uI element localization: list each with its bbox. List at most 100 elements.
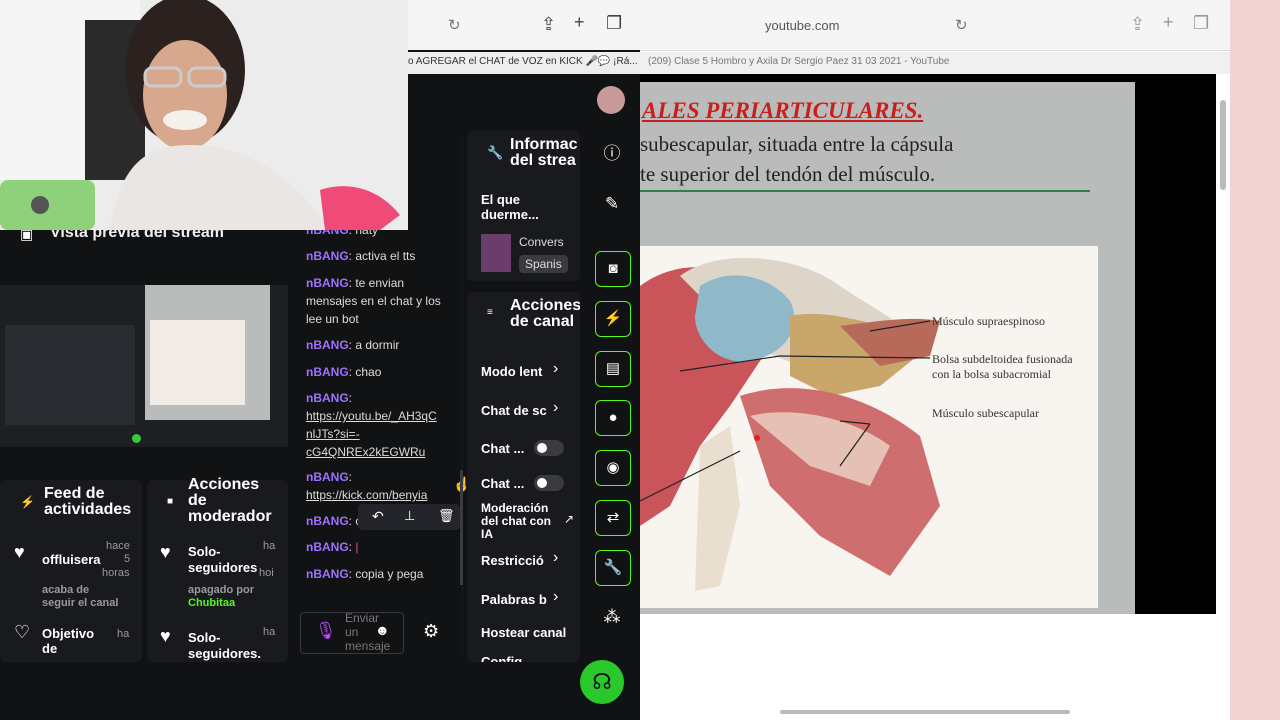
- stream-info-title: Informac del strea: [510, 137, 580, 169]
- action-host-channel[interactable]: Hostear canal: [481, 625, 566, 640]
- chat-message[interactable]: nBANG: |: [306, 538, 456, 556]
- external-link-icon[interactable]: ↗: [564, 512, 574, 526]
- address-bar[interactable]: youtube.com: [765, 18, 839, 33]
- chat-text: copia y pega: [355, 567, 424, 581]
- reload-icon[interactable]: ↻: [955, 16, 968, 34]
- mod-action-time: ha: [263, 540, 276, 552]
- chat-link[interactable]: https://youtu.be/_AH3qC nlJTs?si=-cG4QNR…: [306, 409, 437, 459]
- stream-title-value: El que duerme...: [481, 192, 539, 222]
- share-icon[interactable]: ⇪: [541, 14, 556, 35]
- apps-icon[interactable]: ⁂: [595, 600, 629, 634]
- mod-action-user[interactable]: Chubitaa: [188, 597, 235, 609]
- chat-text: activa el tts: [355, 249, 416, 263]
- mod-action-time: hoi: [259, 567, 274, 579]
- share-icon[interactable]: ⇪: [1130, 14, 1145, 35]
- chevron-right-icon[interactable]: ›: [553, 360, 558, 378]
- tab-youtube-video[interactable]: (209) Clase 5 Hombro y Axila Dr Sergio P…: [640, 52, 1230, 74]
- reload-icon[interactable]: ↻: [448, 16, 461, 34]
- chat-message[interactable]: nBANG: https://youtu.be/_AH3qC nlJTs?si=-…: [306, 389, 456, 461]
- pencil-icon[interactable]: ✎: [595, 187, 629, 221]
- wrench-icon[interactable]: 🔧: [595, 550, 631, 586]
- info-icon[interactable]: ⓘ: [595, 137, 629, 171]
- action-config[interactable]: Config: [481, 654, 522, 662]
- flash-icon[interactable]: ⚡: [595, 301, 631, 337]
- mod-action-name[interactable]: seguidores.: [188, 646, 261, 661]
- new-tab-icon[interactable]: +: [1163, 12, 1174, 33]
- chat-username[interactable]: nBANG: [306, 391, 349, 405]
- category-name[interactable]: Convers: [519, 235, 564, 249]
- broadcast-icon[interactable]: ◉: [595, 450, 631, 486]
- shoulder-anatomy-drawing: [639, 257, 940, 591]
- feed-title-line: actividades: [44, 501, 132, 518]
- chat-username[interactable]: nBANG: [306, 249, 349, 263]
- chat-message[interactable]: nBANG: https://kick.com/benyia: [306, 468, 456, 504]
- action-banned-words[interactable]: Palabras b: [481, 592, 547, 607]
- chat-username[interactable]: nBANG: [306, 365, 349, 379]
- tabs-overview-icon[interactable]: ❐: [606, 13, 622, 34]
- chevron-right-icon[interactable]: ›: [553, 549, 558, 567]
- chat-input[interactable]: 🎙 Enviar un mensaje ☻: [300, 611, 404, 654]
- chat-username[interactable]: nBANG: [306, 338, 349, 352]
- chat-link[interactable]: https://kick.com/benyia: [306, 488, 427, 502]
- chat-message[interactable]: nBANG: chao: [306, 363, 456, 381]
- mod-actions-title-line: de: [188, 492, 207, 509]
- pin-icon[interactable]: ⊥: [404, 508, 415, 524]
- chat-scrollbar[interactable]: [460, 470, 463, 585]
- channel-actions-panel: ≡ Acciones de canal Modo lent › Chat de …: [467, 292, 580, 662]
- chat-text: chao: [355, 365, 382, 379]
- action-chat-toggle-2: Chat ...: [481, 476, 525, 491]
- action-ai-moderation[interactable]: Moderación del chat con IA: [481, 502, 551, 541]
- chat-toggle-1[interactable]: [534, 440, 564, 456]
- emoji-icon[interactable]: ☻: [375, 622, 390, 638]
- chat-toggle-2[interactable]: [534, 475, 564, 491]
- chat-bubble-icon[interactable]: ●: [595, 400, 631, 436]
- slide-text-line: subescapular, situada entre la cápsula: [640, 132, 954, 156]
- reply-icon[interactable]: ↶: [372, 508, 384, 525]
- mod-actions-title: Acciones de moderador: [188, 477, 272, 525]
- feed-item-name[interactable]: offluisera: [42, 552, 101, 567]
- chat-username[interactable]: nBANG: [306, 470, 349, 484]
- raid-icon[interactable]: ⇄: [595, 500, 631, 536]
- chat-username[interactable]: nBANG: [306, 540, 349, 554]
- delete-icon[interactable]: 🗑: [438, 508, 455, 524]
- gear-icon[interactable]: ⚙: [423, 621, 439, 642]
- avatar[interactable]: [597, 86, 625, 114]
- chat-message[interactable]: nBANG: te envian mensajes en el chat y l…: [306, 274, 456, 328]
- tab-kick-video[interactable]: o AGREGAR el CHAT de VOZ en KICK 🎤💬 ¡Rá.…: [408, 52, 640, 74]
- action-restrictions[interactable]: Restricció: [481, 553, 544, 568]
- mod-action-desc: apagado por: [188, 584, 255, 596]
- mod-actions-title-line: moderador: [188, 508, 272, 525]
- feed-item-name[interactable]: Objetivo de: [42, 626, 102, 656]
- chat-username[interactable]: nBANG: [306, 514, 349, 528]
- mod-action-name[interactable]: Solo-: [188, 630, 221, 645]
- chat-text: a dormir: [355, 338, 400, 352]
- quick-actions-rail: ⓘ ✎ ◙ ⚡ ▤ ● ◉ ⇄ 🔧 ⁂: [585, 130, 640, 670]
- stream-preview[interactable]: [0, 285, 288, 447]
- chat-message[interactable]: nBANG: activa el tts: [306, 247, 456, 265]
- action-slow-mode[interactable]: Modo lent: [481, 364, 542, 379]
- mod-action-name[interactable]: Solo-: [188, 544, 221, 559]
- vertical-scrollbar[interactable]: [1220, 100, 1226, 190]
- chevron-right-icon[interactable]: ›: [553, 588, 558, 606]
- stream-title-line: duerme...: [481, 207, 539, 222]
- notes-icon[interactable]: ▤: [595, 351, 631, 387]
- feed-item-time: horas: [102, 567, 130, 579]
- tabs-overview-icon[interactable]: ❐: [1193, 13, 1209, 34]
- chat-message[interactable]: nBANG: a dormir: [306, 336, 456, 354]
- mod-action-name[interactable]: seguidores: [188, 560, 257, 575]
- browser-toolbar: youtube.com ↻ ⇪ + ❐: [640, 0, 1230, 51]
- chat-message[interactable]: nBANG: copia y pega: [306, 565, 456, 583]
- microphone-icon[interactable]: 🎙: [315, 621, 337, 641]
- chat-input-placeholder: Enviar un mensaje: [345, 611, 391, 653]
- horizontal-scrollbar[interactable]: [780, 710, 1070, 714]
- clip-icon[interactable]: ◙: [595, 251, 631, 287]
- headset-icon[interactable]: ☊: [580, 660, 624, 704]
- action-chat-mode[interactable]: Chat de sc: [481, 403, 547, 418]
- chat-username[interactable]: nBANG: [306, 567, 349, 581]
- new-tab-icon[interactable]: +: [574, 12, 585, 33]
- webcam-overlay: [0, 0, 408, 230]
- preview-anatomy-thumb: [150, 320, 245, 405]
- video-player[interactable]: ALES PERIARTICULARES. subescapular, situ…: [639, 74, 1216, 686]
- chevron-right-icon[interactable]: ›: [553, 399, 558, 417]
- chat-username[interactable]: nBANG: [306, 276, 349, 290]
